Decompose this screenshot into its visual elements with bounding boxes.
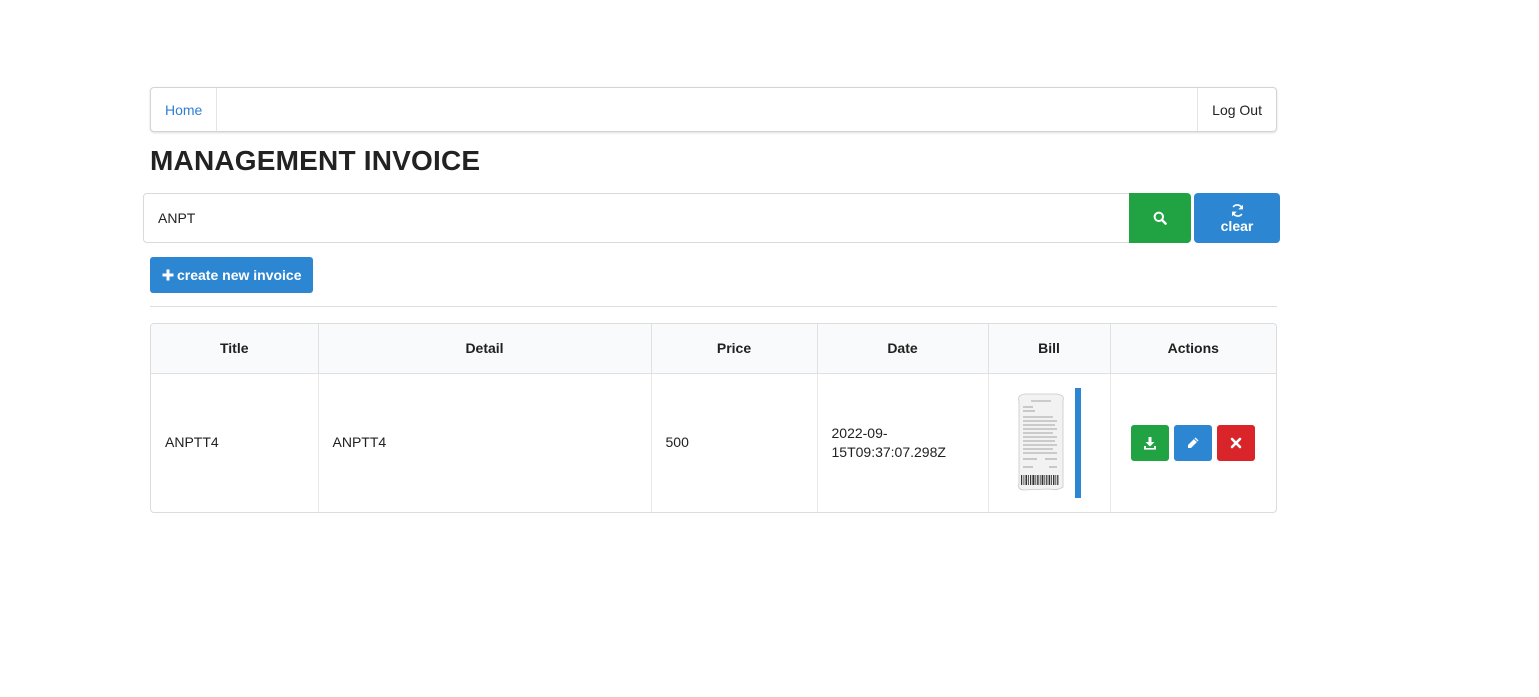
nav-logout-link[interactable]: Log Out	[1197, 88, 1276, 131]
plus-icon	[162, 269, 174, 281]
search-input[interactable]	[143, 193, 1130, 243]
download-icon	[1144, 436, 1157, 450]
refresh-icon	[1231, 204, 1243, 217]
section-divider	[150, 306, 1277, 307]
cell-bill	[987, 373, 1110, 512]
nav-home-link[interactable]: Home	[151, 88, 218, 131]
create-invoice-label: create new invoice	[177, 267, 302, 283]
column-header-actions: Actions	[1109, 324, 1276, 374]
column-header-date: Date	[816, 324, 988, 374]
page-container: Home Log Out MANAGEMENT INVOICE clear	[143, 87, 1280, 513]
search-button[interactable]	[1129, 193, 1191, 243]
column-header-title: Title	[151, 324, 318, 374]
clear-button-label: clear	[1220, 218, 1254, 234]
column-header-price: Price	[650, 324, 817, 374]
page-title: MANAGEMENT INVOICE	[150, 145, 481, 176]
close-icon	[1230, 437, 1242, 449]
search-bar: clear	[143, 193, 1280, 243]
cell-detail: ANPTT4	[317, 373, 651, 512]
cell-price: 500	[650, 373, 817, 512]
clear-button[interactable]: clear	[1194, 193, 1280, 243]
create-invoice-button[interactable]: create new invoice	[150, 257, 313, 293]
cell-actions	[1109, 373, 1276, 512]
download-button[interactable]	[1131, 424, 1170, 461]
top-nav: Home Log Out	[150, 87, 1277, 132]
delete-button[interactable]	[1217, 424, 1256, 461]
cell-title: ANPTT4	[165, 434, 219, 451]
row-actions	[1125, 424, 1263, 461]
table-header-row: Title Detail Price Date Bill Actions	[151, 324, 1276, 374]
edit-button[interactable]	[1174, 424, 1213, 461]
table-row: ANPTT4 ANPTT4 500 2022-09-15T09:37:07.29…	[151, 373, 1276, 512]
bill-receipt-image[interactable]	[1013, 386, 1085, 499]
column-header-bill: Bill	[987, 324, 1110, 374]
pencil-icon	[1188, 437, 1199, 448]
search-icon	[1153, 211, 1167, 225]
column-header-detail: Detail	[317, 324, 651, 374]
invoice-table: Title Detail Price Date Bill Actions ANP…	[150, 323, 1277, 513]
cell-date: 2022-09-15T09:37:07.298Z	[816, 373, 988, 512]
